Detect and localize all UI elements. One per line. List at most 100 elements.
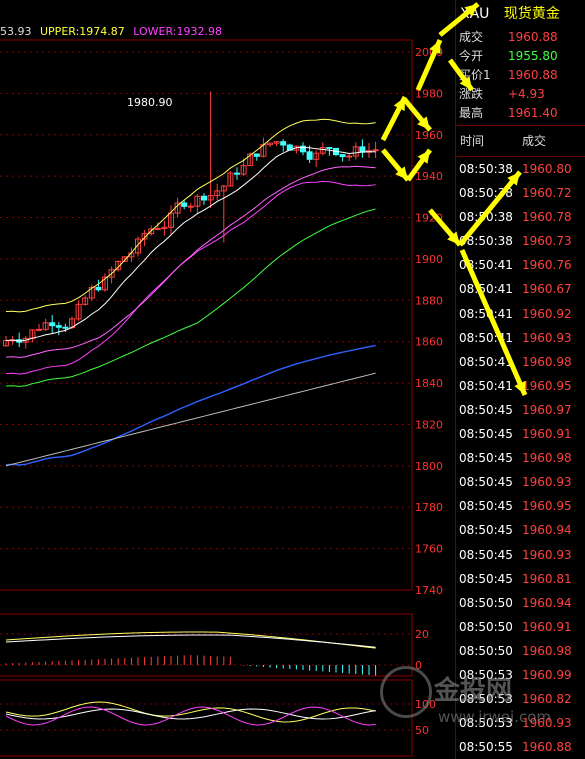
- tick-row[interactable]: 08:50:38 1960.72: [456, 181, 585, 205]
- boll-upper-value: UPPER:1974.87: [40, 25, 125, 38]
- tick-row[interactable]: 08:50:45 1960.97: [456, 398, 585, 422]
- tick-price: 1960.93: [522, 547, 572, 562]
- candle-body: [346, 155, 353, 158]
- tick-price: 1960.94: [522, 595, 572, 610]
- tick-time: 08:50:41: [459, 354, 513, 369]
- quote-row: 最高 1961.40: [456, 104, 585, 123]
- symbol-code: XAU: [460, 6, 490, 22]
- kdj-panel-frame: [0, 679, 413, 757]
- tick-row[interactable]: 08:50:41 1960.76: [456, 253, 585, 277]
- price-axis-label: 2000: [415, 46, 443, 59]
- price-axis-label: 1980: [415, 87, 443, 100]
- macd-axis-label: 20: [415, 628, 429, 641]
- tick-time: 08:50:41: [459, 282, 513, 297]
- candle-body: [372, 149, 379, 152]
- tick-price: 1960.98: [522, 451, 572, 466]
- tick-row[interactable]: 08:50:38 1960.78: [456, 205, 585, 229]
- candle-body: [234, 172, 240, 175]
- tick-time: 08:50:41: [459, 306, 513, 321]
- symbol-name: 现货黄金: [503, 6, 560, 22]
- tick-row[interactable]: 08:50:45 1960.95: [456, 494, 585, 518]
- candle-body: [62, 326, 69, 329]
- tick-row[interactable]: 08:50:41 1960.67: [456, 277, 585, 301]
- tick-row[interactable]: 08:50:45 1960.93: [456, 543, 585, 567]
- tick-price: 1960.93: [522, 330, 572, 345]
- tick-price: 1960.72: [522, 186, 572, 201]
- tick-price: 1960.95: [522, 378, 572, 393]
- candle-body: [95, 286, 102, 291]
- price-axis-label: 1880: [415, 294, 443, 307]
- ma-gray-line: [5, 372, 376, 467]
- tick-price: 1960.98: [522, 643, 572, 658]
- price-axis-label: 1800: [415, 460, 443, 473]
- tick-row[interactable]: 08:50:50 1960.98: [456, 639, 585, 663]
- tick-price: 1960.97: [522, 402, 572, 417]
- tick-row[interactable]: 08:50:41 1960.93: [456, 326, 585, 350]
- boll-mid-value: 53.93: [0, 25, 32, 38]
- quote-row-label: 买价1: [459, 68, 491, 82]
- price-axis-label: 1760: [415, 543, 443, 556]
- price-axis-label: 1840: [415, 377, 443, 390]
- tick-time: 08:50:45: [459, 571, 513, 586]
- quote-row-label: 最高: [459, 106, 484, 120]
- price-axis-label: 1820: [415, 418, 443, 431]
- quote-title: XAU 现货黄金: [456, 0, 585, 28]
- tick-header-time: 时间: [460, 134, 485, 148]
- quote-row-label: 涨跌: [459, 87, 484, 101]
- candle-body: [154, 227, 161, 230]
- price-axis-label: 1740: [415, 584, 443, 597]
- ma-blue-line: [5, 344, 376, 466]
- tick-time: 08:50:50: [459, 595, 513, 610]
- tick-time: 08:50:38: [459, 162, 513, 176]
- tick-row[interactable]: 08:50:41 1960.95: [456, 374, 585, 398]
- tick-time: 08:50:45: [459, 523, 513, 538]
- boll-lower-value: LOWER:1932.98: [133, 25, 223, 38]
- tick-price: 1960.92: [522, 306, 572, 321]
- tick-row[interactable]: 08:50:50 1960.91: [456, 615, 585, 639]
- tick-price: 1960.81: [522, 571, 572, 586]
- quote-row-value: 1961.40: [508, 106, 558, 120]
- tick-row[interactable]: 08:50:41 1960.92: [456, 302, 585, 326]
- tick-price: 1960.78: [522, 210, 572, 225]
- candle-body: [49, 322, 56, 327]
- kdj-j-line: [5, 706, 376, 726]
- tick-row[interactable]: 08:50:41 1960.98: [456, 350, 585, 374]
- tick-time: 08:50:45: [459, 475, 513, 490]
- quote-row: 今开 1955.80: [456, 47, 585, 66]
- candle-body: [55, 325, 62, 328]
- tick-row[interactable]: 08:50:45 1960.93: [456, 470, 585, 494]
- tick-row[interactable]: 08:50:45 1960.98: [456, 446, 585, 470]
- tick-time: 08:50:50: [459, 643, 513, 658]
- candle-body: [253, 153, 260, 157]
- tick-row[interactable]: 08:50:45 1960.94: [456, 518, 585, 542]
- tick-price: 1960.67: [522, 282, 572, 297]
- tick-row[interactable]: 08:50:38 1960.80: [456, 157, 585, 181]
- tick-row[interactable]: 08:50:50 1960.94: [456, 591, 585, 615]
- tick-row[interactable]: 08:50:38 1960.73: [456, 229, 585, 253]
- watermark-logo-icon: [380, 666, 432, 718]
- tick-time: 08:50:45: [459, 499, 513, 514]
- price-axis-label: 1860: [415, 336, 443, 349]
- kline-chart-area[interactable]: 2000 1980 1960 1940 1920 1900 1880 1860 1840 1820…: [0, 0, 455, 759]
- tick-time: 08:50:50: [459, 619, 513, 634]
- price-axis-label: 1960: [415, 129, 443, 142]
- tick-row[interactable]: 08:50:45 1960.81: [456, 567, 585, 591]
- watermark-url: www.jrwei.com: [438, 708, 551, 726]
- tick-row[interactable]: 08:50:45 1960.91: [456, 422, 585, 446]
- tick-time: 08:50:38: [459, 210, 513, 225]
- tick-time: 08:50:41: [459, 330, 513, 345]
- candle-body: [280, 141, 287, 146]
- tick-time: 08:50:41: [459, 258, 513, 273]
- tick-time: 08:50:45: [459, 451, 513, 466]
- tick-time: 08:50:38: [459, 186, 513, 201]
- candle-body: [339, 154, 346, 158]
- quote-row-value: 1960.88: [508, 30, 558, 44]
- watermark: 金投网 www.jrwei.com: [380, 662, 580, 742]
- candle-body: [201, 195, 207, 201]
- tick-price: 1960.94: [522, 523, 572, 538]
- quote-row-label: 今开: [459, 49, 484, 63]
- kline-chart[interactable]: 2000 1980 1960 1940 1920 1900 1880 1860 1840 1820…: [0, 0, 455, 759]
- price-axis-label: 1780: [415, 501, 443, 514]
- candle-body: [187, 205, 194, 208]
- tick-table-header: 时间 成交: [456, 125, 585, 157]
